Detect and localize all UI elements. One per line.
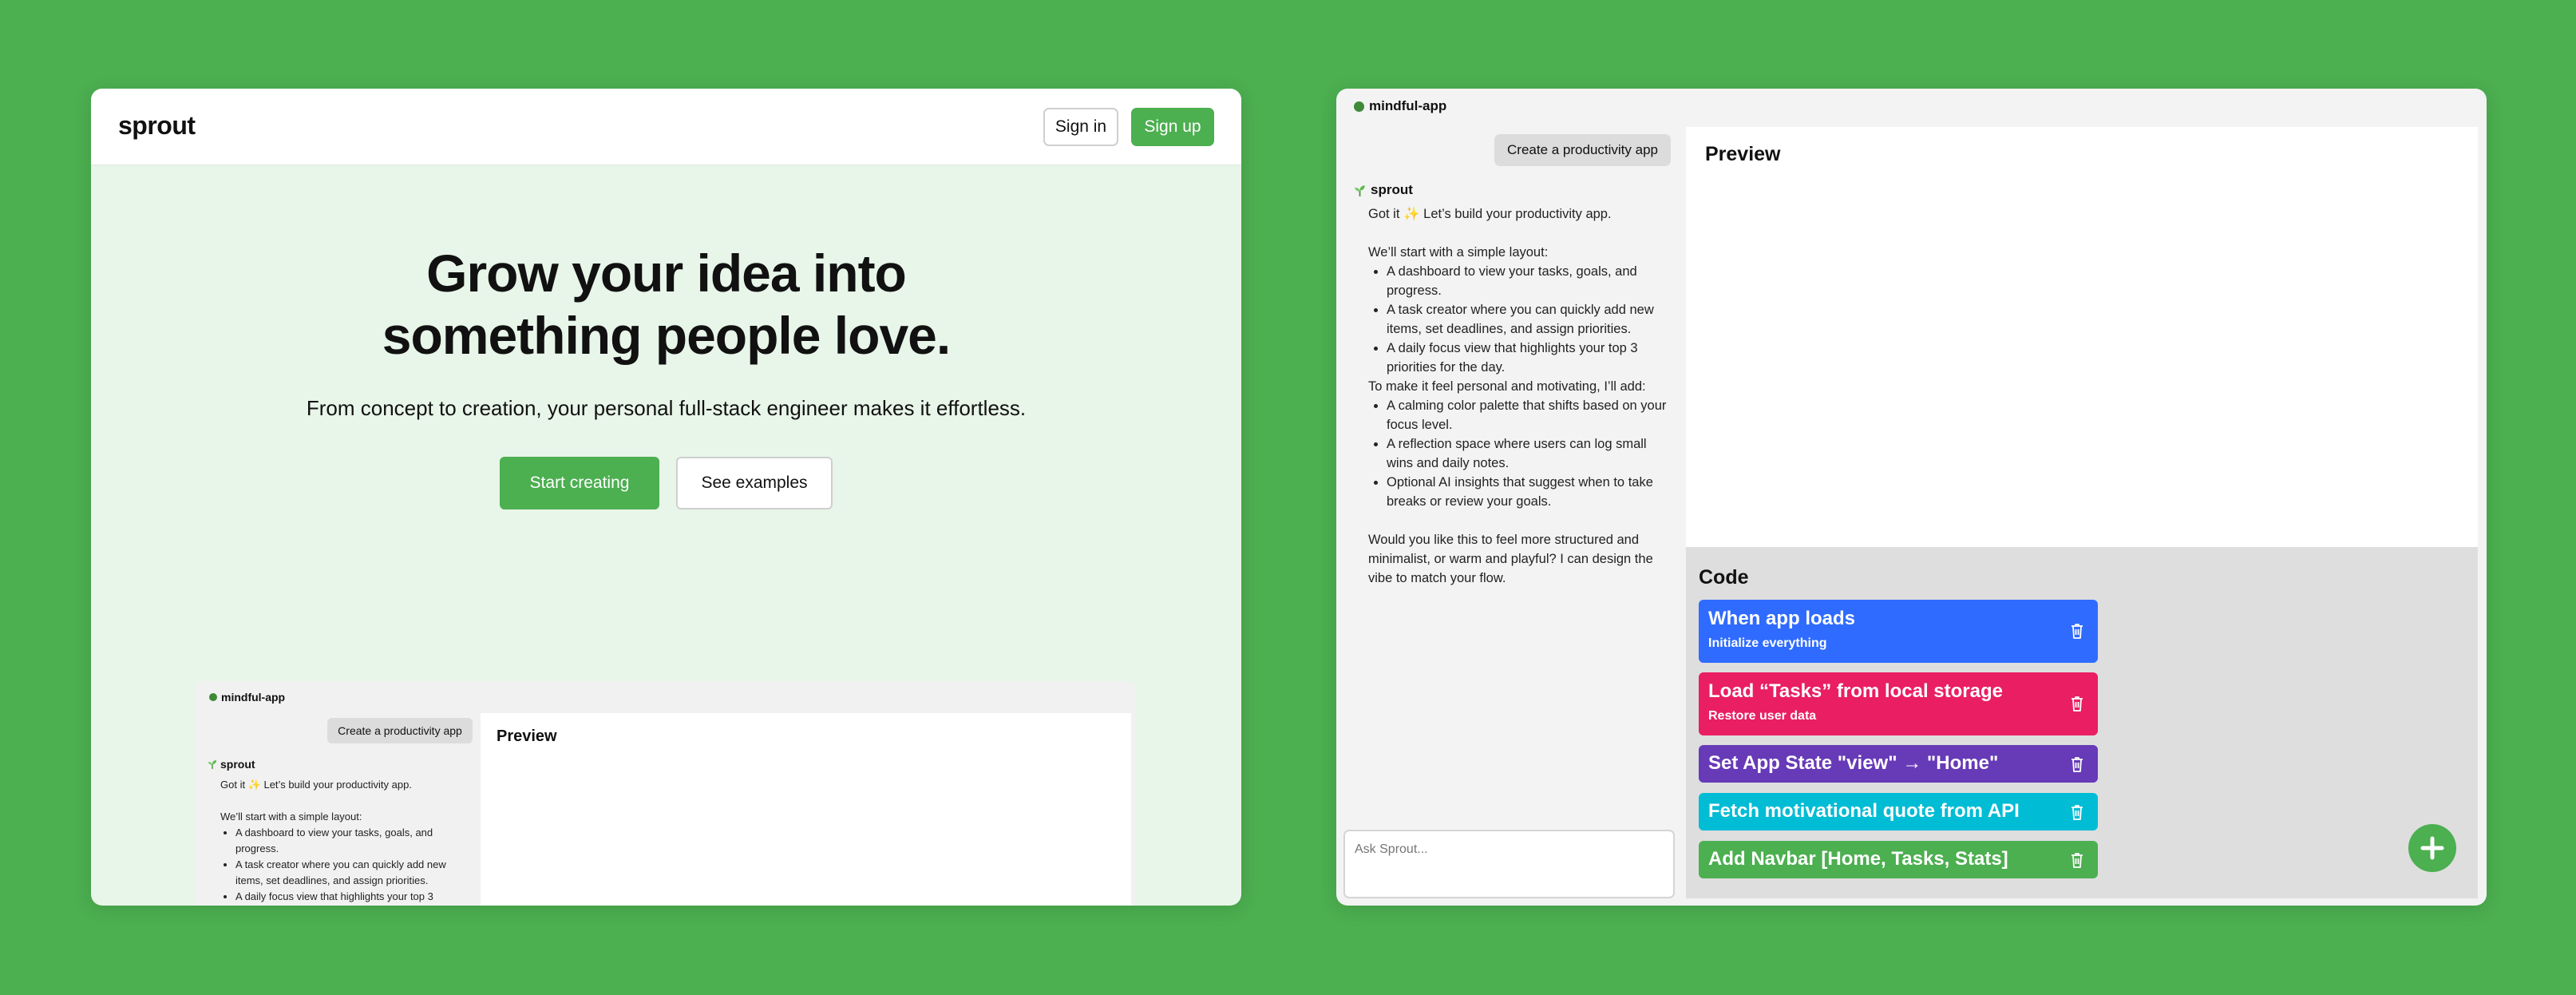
mini-assistant-name: sprout [220, 758, 255, 771]
see-examples-button[interactable]: See examples [676, 457, 833, 509]
trash-icon[interactable] [2069, 803, 2085, 821]
code-block[interactable]: Set App State "view" → "Home" [1699, 745, 2098, 783]
mini-layout-intro: We’ll start with a simple layout: [220, 811, 362, 823]
sign-in-button[interactable]: Sign in [1043, 108, 1118, 146]
hero-subtitle: From concept to creation, your personal … [306, 396, 1027, 420]
hero-title: Grow your idea into something people lov… [91, 242, 1241, 367]
app-title-bar: mindful-app [1354, 98, 1446, 114]
trash-icon[interactable] [2069, 755, 2085, 773]
mini-app-name: mindful-app [221, 691, 286, 704]
mini-preview-title: Preview [497, 727, 557, 745]
app-name: mindful-app [1369, 98, 1447, 113]
list-item: A calming color palette that shifts base… [1387, 396, 1676, 434]
sprout-icon [1355, 184, 1365, 196]
hero-title-line-2: something people love. [382, 306, 951, 365]
code-block-subtitle: Initialize everything [1708, 636, 1827, 650]
mini-reply-intro: Got it ✨ Let’s build your productivity a… [220, 779, 412, 791]
reply-intro: Got it ✨ Let’s build your productivity a… [1368, 207, 1612, 221]
hero-title-line-1: Grow your idea into [426, 244, 907, 303]
code-block-title: Set App State "view" → "Home" [1708, 752, 1999, 774]
code-block-title: When app loads [1708, 608, 1856, 629]
logo[interactable]: sprout [118, 111, 196, 141]
list-item: Optional AI insights that suggest when t… [1387, 473, 1676, 511]
code-block[interactable]: Fetch motivational quote from API [1699, 793, 2098, 830]
assistant-label: sprout [1354, 182, 1413, 198]
mini-user-message: Create a productivity app [327, 718, 473, 743]
mini-app-title: mindful-app [209, 691, 285, 704]
app-status-dot-icon [1354, 101, 1364, 112]
personal-list: A calming color palette that shifts base… [1368, 396, 1676, 511]
list-item: A task creator where you can quickly add… [235, 857, 468, 889]
trash-icon[interactable] [2069, 851, 2085, 869]
mini-layout-list: A dashboard to view your tasks, goals, a… [220, 825, 468, 906]
add-block-button[interactable] [2408, 824, 2456, 872]
code-block-subtitle: Restore user data [1708, 709, 1817, 723]
trash-icon[interactable] [2069, 695, 2085, 712]
list-item: A dashboard to view your tasks, goals, a… [1387, 262, 1676, 300]
landing-window: sprout Sign in Sign up Grow your idea in… [91, 89, 1241, 906]
layout-list: A dashboard to view your tasks, goals, a… [1368, 262, 1676, 377]
code-block-title: Add Navbar [Home, Tasks, Stats] [1708, 848, 2008, 870]
preview-title: Preview [1705, 143, 1781, 165]
sign-up-button[interactable]: Sign up [1131, 108, 1214, 146]
mini-assistant-reply: Got it ✨ Let’s build your productivity a… [220, 777, 468, 906]
code-block-title: Fetch motivational quote from API [1708, 800, 2020, 822]
list-item: A task creator where you can quickly add… [1387, 300, 1676, 339]
builder-window: mindful-app Create a productivity app sp… [1336, 89, 2487, 906]
reply-closing: Would you like this to feel more structu… [1368, 533, 1653, 585]
assistant-reply: Got it ✨ Let’s build your productivity a… [1368, 204, 1676, 588]
code-title: Code [1699, 566, 1749, 589]
app-preview-thumbnail: mindful-app Create a productivity app sp… [195, 681, 1136, 906]
list-item: A daily focus view that highlights your … [235, 889, 468, 906]
list-item: A daily focus view that highlights your … [1387, 339, 1676, 377]
personal-intro: To make it feel personal and motivating,… [1368, 379, 1646, 394]
plus-icon [2420, 836, 2444, 860]
user-message: Create a productivity app [1494, 134, 1671, 166]
preview-pane: Preview [1686, 127, 2478, 547]
app-status-dot-icon [209, 693, 217, 701]
code-block[interactable]: Load “Tasks” from local storage Restore … [1699, 672, 2098, 735]
start-creating-button[interactable]: Start creating [500, 457, 659, 509]
code-block-title: Load “Tasks” from local storage [1708, 680, 2003, 702]
code-pane: Code When app loads Initialize everythin… [1686, 547, 2478, 898]
assistant-name: sprout [1371, 182, 1413, 197]
sprout-icon [208, 760, 216, 769]
ask-input[interactable] [1343, 830, 1675, 898]
landing-header: sprout Sign in Sign up [91, 89, 1241, 165]
code-block[interactable]: Add Navbar [Home, Tasks, Stats] [1699, 841, 2098, 878]
layout-intro: We’ll start with a simple layout: [1368, 245, 1549, 260]
mini-assistant-label: sprout [208, 758, 255, 771]
list-item: A reflection space where users can log s… [1387, 434, 1676, 473]
list-item: A dashboard to view your tasks, goals, a… [235, 825, 468, 857]
trash-icon[interactable] [2069, 622, 2085, 640]
mini-preview-pane: Preview [481, 713, 1131, 906]
code-block[interactable]: When app loads Initialize everything [1699, 600, 2098, 663]
